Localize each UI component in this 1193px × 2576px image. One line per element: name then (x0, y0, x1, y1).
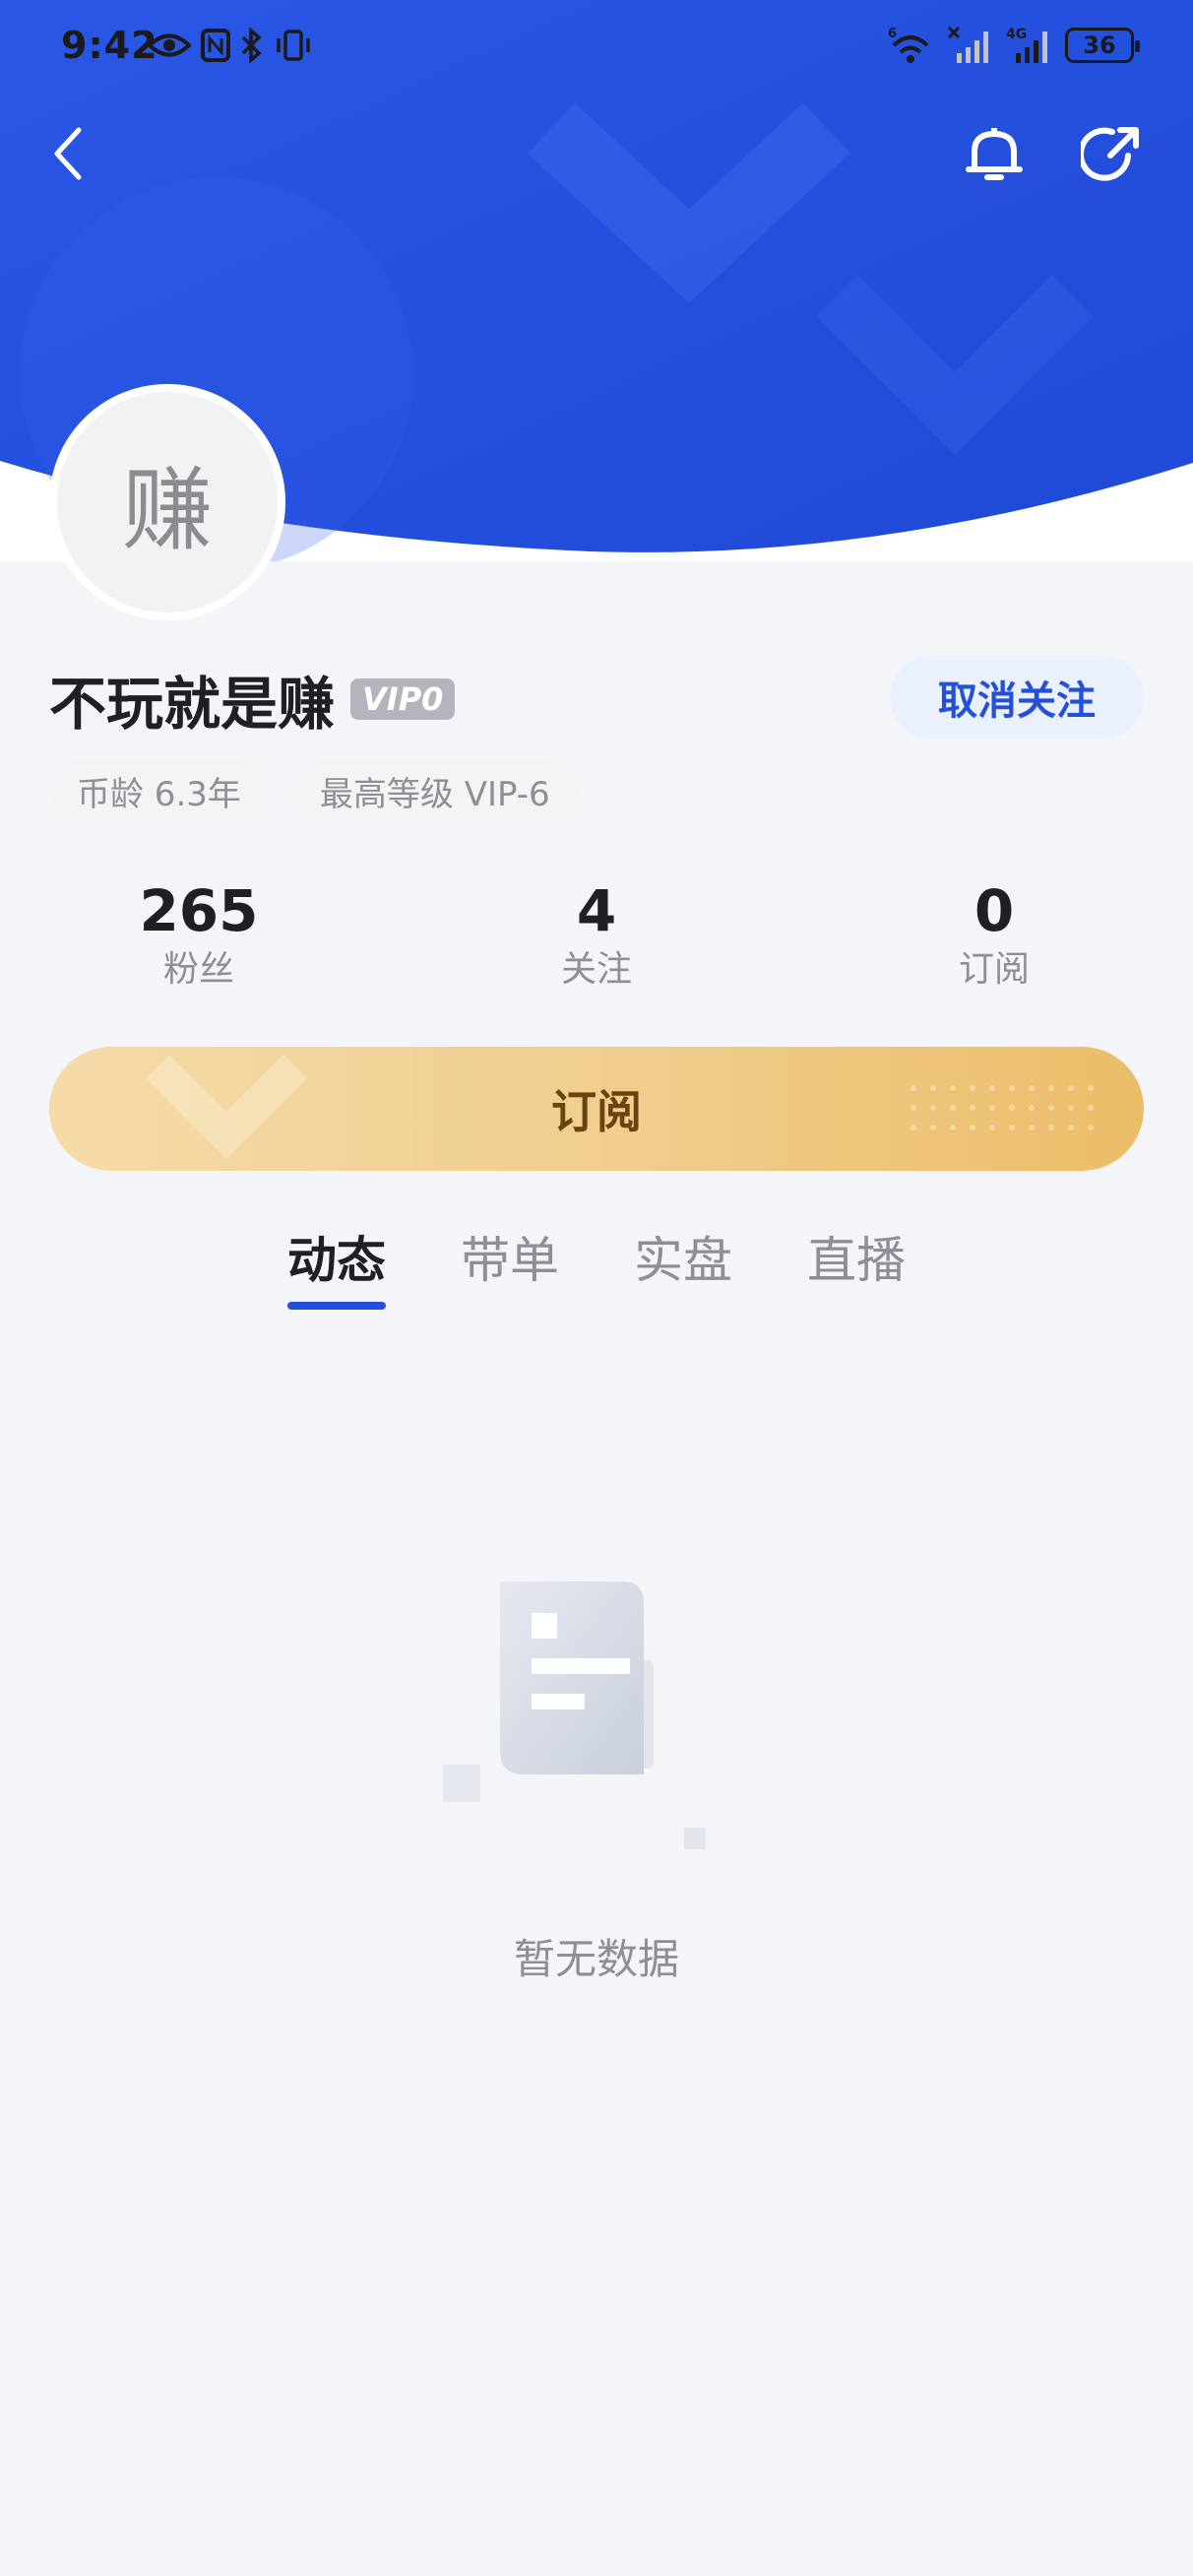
avatar[interactable]: 赚 (49, 384, 285, 620)
chevron-decoration-icon (145, 1054, 308, 1160)
username: 不玩就是赚 (49, 671, 336, 738)
tab-active-indicator (287, 1302, 386, 1310)
stat-label: 订阅 (958, 949, 1030, 990)
wifi-label: 6 (888, 27, 897, 41)
tab-content: 暂无数据 (0, 1325, 1193, 2576)
empty-document-icon (443, 1581, 706, 1849)
profile-page: 9:42 6 4G 36 赚 不玩就是赚 VIP0 取消关注 币龄 6.3年 最… (0, 0, 1193, 2576)
notification-button[interactable] (959, 118, 1030, 189)
tab-label: 带单 (461, 1232, 559, 1289)
stat-value: 265 (139, 877, 259, 944)
share-button[interactable] (1077, 118, 1148, 189)
dot-pattern-icon (910, 1085, 1094, 1130)
battery-level: 36 (1083, 32, 1116, 59)
stat-label: 粉丝 (162, 949, 234, 990)
signal-no-sim-icon (947, 26, 988, 63)
share-icon (1081, 127, 1139, 181)
status-right-icons: 6 4G 36 (888, 26, 1140, 65)
bluetooth-icon (241, 28, 262, 63)
stats-row: 265 粉丝 4 关注 0 订阅 (0, 876, 1193, 1004)
subscribe-label: 订阅 (551, 1086, 642, 1137)
network-label: 4G (1006, 27, 1027, 42)
eye-icon (148, 33, 191, 57)
stat-followers[interactable]: 265 粉丝 (81, 876, 317, 995)
subscribe-button[interactable]: 订阅 (49, 1047, 1144, 1171)
stat-following[interactable]: 4 关注 (478, 876, 715, 995)
nfc-icon (201, 29, 230, 62)
tab-label: 直播 (807, 1232, 906, 1289)
signal-4g-icon: 4G (1006, 27, 1047, 63)
empty-state-text: 暂无数据 (513, 1935, 679, 1983)
status-time: 9:42 (61, 24, 158, 67)
status-bar: 9:42 6 4G 36 (0, 0, 1193, 98)
profile-chips: 币龄 6.3年 最高等级 VIP-6 (49, 760, 578, 821)
tab-feed[interactable]: 动态 (287, 1221, 386, 1310)
stat-value: 4 (576, 877, 617, 944)
tab-live-account[interactable]: 实盘 (634, 1221, 732, 1310)
status-left-icons (148, 28, 313, 63)
highest-level-chip: 最高等级 VIP-6 (291, 760, 578, 821)
bell-icon (966, 128, 1023, 180)
back-button[interactable] (33, 118, 104, 189)
vip-badge: VIP0 (350, 678, 456, 720)
tab-livestream[interactable]: 直播 (807, 1221, 906, 1310)
vibrate-icon (277, 30, 310, 61)
tab-label: 实盘 (634, 1232, 732, 1289)
wifi-icon: 6 (888, 27, 929, 63)
stat-value: 0 (973, 877, 1015, 944)
chevron-left-icon (54, 127, 82, 180)
name-row: 不玩就是赚 VIP0 (49, 658, 456, 741)
battery-icon: 36 (1065, 28, 1140, 63)
tab-bar: 动态 带单 实盘 直播 (0, 1221, 1193, 1323)
stat-subscriptions[interactable]: 0 订阅 (876, 876, 1112, 995)
avatar-initial: 赚 (121, 457, 213, 563)
tab-copy-trading[interactable]: 带单 (461, 1221, 559, 1310)
stat-label: 关注 (560, 949, 632, 990)
coin-age-chip: 币龄 6.3年 (49, 760, 269, 821)
tab-label: 动态 (287, 1232, 386, 1289)
unfollow-button[interactable]: 取消关注 (890, 656, 1144, 739)
